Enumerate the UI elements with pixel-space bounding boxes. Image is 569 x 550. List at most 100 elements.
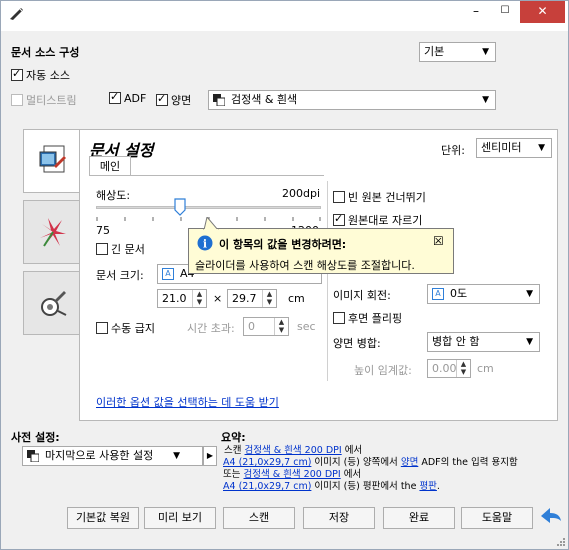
resize-grip-icon[interactable] bbox=[556, 537, 566, 547]
skip-blank-checkbox[interactable]: 빈 원본 건너뛰기 bbox=[333, 189, 426, 205]
summary-size-link[interactable]: A4 (21,0x29,7 cm) bbox=[223, 457, 311, 468]
tooltip-close-icon[interactable]: ☒ bbox=[433, 234, 444, 248]
color-mode-select[interactable]: 검정색 & 흰색 ▼ bbox=[208, 90, 496, 110]
slider-track bbox=[96, 206, 321, 209]
crop-original-checkbox[interactable]: 원본대로 자르기 bbox=[333, 212, 422, 228]
checkbox-unchecked-icon bbox=[333, 312, 345, 324]
done-button[interactable]: 완료 bbox=[383, 507, 455, 529]
column-divider bbox=[327, 181, 328, 381]
tooltip-title: 이 항목의 값을 변경하려면: bbox=[219, 238, 347, 251]
slider-thumb[interactable] bbox=[174, 198, 186, 216]
rotate-label: 이미지 회전: bbox=[333, 289, 391, 302]
summary-duplex-link[interactable]: 양면 bbox=[401, 457, 418, 468]
flip-back-checkbox[interactable]: 후면 플리핑 bbox=[333, 310, 402, 326]
rotate-value: 0도 bbox=[450, 287, 468, 300]
spin-arrows-icon[interactable]: ▲ ▼ bbox=[192, 290, 206, 307]
auto-source-checkbox[interactable]: 자동 소스 bbox=[11, 67, 70, 83]
duplex-label: 양면 bbox=[171, 94, 192, 107]
units-select[interactable]: 센티미터 ▼ bbox=[476, 138, 552, 158]
flip-back-label: 후면 플리핑 bbox=[348, 312, 403, 325]
units-label: 단위: bbox=[441, 144, 465, 157]
duplex-merge-label: 양면 병합: bbox=[333, 337, 381, 350]
auto-source-label: 자동 소스 bbox=[26, 69, 70, 82]
checkbox-unchecked-icon bbox=[333, 191, 345, 203]
summary-line-3: 또는 검정색 & 흰색 200 DPI 에서 bbox=[223, 469, 362, 480]
height-threshold-unit: cm bbox=[477, 362, 494, 375]
spin-arrows-icon[interactable]: ▲ ▼ bbox=[262, 290, 276, 307]
source-preset-select[interactable]: 기본 ▼ bbox=[419, 42, 496, 62]
summary-label: 요약: bbox=[221, 431, 246, 444]
checkbox-checked-icon bbox=[156, 92, 168, 106]
size-unit-label: cm bbox=[288, 292, 305, 305]
tab-divider bbox=[89, 175, 324, 176]
close-button[interactable]: ✕ bbox=[520, 1, 565, 23]
scan-button[interactable]: 스캔 bbox=[223, 507, 295, 529]
reset-defaults-button[interactable]: 기본값 복원 bbox=[67, 507, 139, 529]
color-mode-icon bbox=[27, 450, 40, 468]
back-arrow-icon[interactable] bbox=[539, 505, 563, 527]
summary-flatbed-link[interactable]: 평판 bbox=[419, 481, 436, 492]
source-heading: 문서 소스 구성 bbox=[11, 46, 80, 59]
tab-advanced[interactable] bbox=[23, 271, 81, 335]
checkbox-checked-icon bbox=[11, 67, 23, 81]
document-size-label: 문서 크기: bbox=[96, 269, 144, 282]
help-button[interactable]: 도움말 bbox=[461, 507, 533, 529]
summary-line-4: A4 (21,0x29,7 cm) 이미지 (등) 평판에서 the 평판. bbox=[223, 481, 440, 492]
timeout-input: 0 ▲ ▼ bbox=[243, 317, 289, 336]
resolution-value: 200dpi bbox=[282, 187, 321, 200]
document-settings-icon bbox=[39, 145, 66, 173]
chevron-down-icon: ▼ bbox=[482, 47, 489, 57]
height-threshold-input: 0.00 ▲ ▼ bbox=[427, 359, 471, 378]
height-value: 29.7 bbox=[232, 292, 257, 305]
rotate-select[interactable]: A 0도 ▼ bbox=[427, 284, 540, 304]
tooltip-body: 슬라이더를 사용하여 스캔 해상도를 조절합니다. bbox=[195, 259, 415, 272]
duplex-merge-select[interactable]: 병합 안 함 ▼ bbox=[427, 332, 540, 352]
chevron-down-icon: ▼ bbox=[538, 143, 545, 153]
height-threshold-value: 0.00 bbox=[432, 362, 457, 375]
times-sign: × bbox=[213, 292, 223, 305]
tab-main[interactable]: 메인 bbox=[89, 156, 131, 176]
flower-icon bbox=[40, 218, 66, 247]
resolution-tooltip: i 이 항목의 값을 변경하려면: ☒ 슬라이더를 사용하여 스캔 해상도를 조… bbox=[188, 217, 454, 274]
adf-label: ADF bbox=[124, 92, 147, 105]
manual-feed-checkbox[interactable]: 수동 급지 bbox=[96, 320, 155, 336]
tab-image-processing[interactable] bbox=[23, 200, 81, 264]
presets-label: 사전 설정: bbox=[11, 431, 60, 444]
skip-blank-label: 빈 원본 건너뛰기 bbox=[348, 191, 426, 204]
manual-feed-label: 수동 급지 bbox=[111, 322, 155, 335]
page-size-icon: A bbox=[162, 268, 174, 280]
timeout-unit: sec bbox=[297, 320, 316, 333]
app-pen-icon bbox=[9, 7, 25, 24]
presets-select[interactable]: 마지막으로 사용한 설정 ▼ bbox=[22, 446, 203, 466]
slider-min-label: 75 bbox=[96, 224, 110, 237]
duplex-checkbox[interactable]: 양면 bbox=[156, 92, 191, 108]
maximize-button[interactable]: ☐ bbox=[492, 1, 518, 23]
summary-color-link-2[interactable]: 검정색 & 흰색 200 DPI bbox=[244, 469, 341, 480]
checkbox-unchecked-icon bbox=[96, 322, 108, 334]
summary-color-link[interactable]: 검정색 & 흰색 200 DPI bbox=[245, 445, 342, 456]
width-input[interactable]: 21.0 ▲ ▼ bbox=[157, 289, 207, 308]
long-document-checkbox[interactable]: 긴 문서 bbox=[96, 241, 145, 257]
width-value: 21.0 bbox=[162, 292, 187, 305]
height-input[interactable]: 29.7 ▲ ▼ bbox=[227, 289, 277, 308]
help-link[interactable]: 이러한 옵션 값을 선택하는 데 도움 받기 bbox=[96, 394, 279, 410]
long-document-label: 긴 문서 bbox=[111, 243, 145, 256]
title-bar: – ☐ ✕ bbox=[1, 1, 568, 31]
color-mode-value: 검정색 & 흰색 bbox=[231, 93, 298, 106]
minimize-button[interactable]: – bbox=[463, 1, 489, 23]
chevron-down-icon: ▼ bbox=[173, 451, 180, 461]
summary-size-link-2[interactable]: A4 (21,0x29,7 cm) bbox=[223, 481, 311, 492]
save-button[interactable]: 저장 bbox=[303, 507, 375, 529]
tab-document-settings[interactable] bbox=[23, 129, 81, 193]
spin-arrows-icon: ▲ ▼ bbox=[456, 360, 470, 377]
multistream-checkbox: 멀티스트림 bbox=[11, 92, 77, 108]
checkbox-unchecked-icon bbox=[96, 243, 108, 255]
presets-menu-button[interactable]: ▶ bbox=[203, 446, 217, 466]
timeout-value: 0 bbox=[248, 320, 255, 333]
adf-checkbox[interactable]: ADF bbox=[109, 90, 147, 105]
timeout-label: 시간 초과: bbox=[187, 322, 235, 335]
preview-button[interactable]: 미리 보기 bbox=[144, 507, 216, 529]
chevron-down-icon: ▼ bbox=[482, 95, 489, 105]
scanner-window: – ☐ ✕ 문서 소스 구성 기본 ▼ 자동 소스 멀티스트림 ADF 양면 검… bbox=[0, 0, 569, 550]
info-icon: i bbox=[197, 235, 213, 251]
